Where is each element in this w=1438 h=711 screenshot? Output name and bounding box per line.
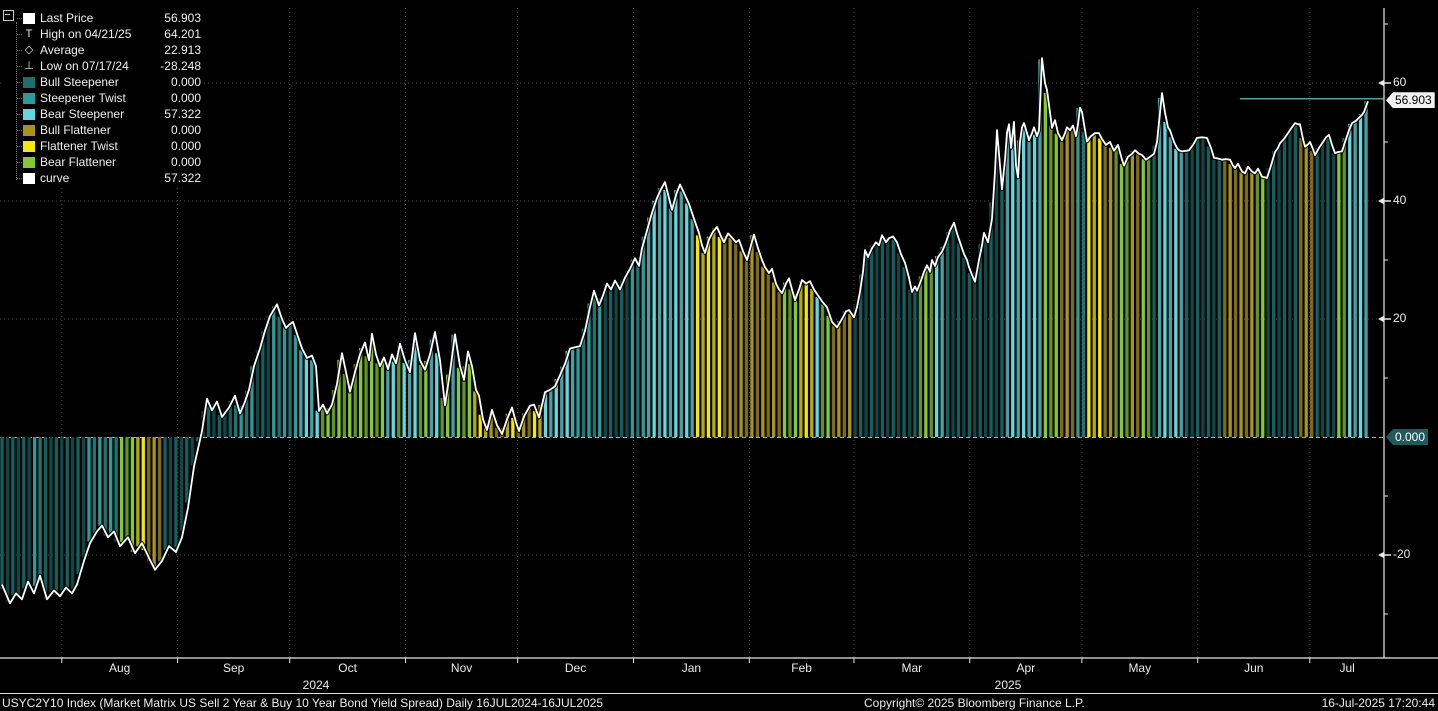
month-label-nov: Nov — [450, 661, 473, 675]
legend-item-bear-flattener[interactable]: Bear Flattener 0.000 — [5, 154, 201, 170]
legend-item-average[interactable]: ◇ Average 22.913 — [5, 42, 201, 58]
curve-line — [1, 57, 1369, 605]
square-icon — [23, 124, 35, 136]
legend-value: 57.322 — [164, 107, 201, 121]
legend-item-bull-flattener[interactable]: Bull Flattener 0.000 — [5, 122, 201, 138]
copyright-text: Copyright© 2025 Bloomberg Finance L.P. — [864, 696, 1085, 710]
month-label-oct: Oct — [338, 661, 357, 675]
month-label-aug: Aug — [109, 661, 131, 675]
legend-item-high-on-04-21-25[interactable]: T High on 04/21/25 64.201 — [5, 26, 201, 42]
timestamp: 16-Jul-2025 17:20:44 — [1321, 696, 1435, 710]
y-tick-label-20: 20 — [1393, 311, 1407, 325]
month-label-sep: Sep — [222, 661, 245, 675]
legend-label: Average — [40, 43, 85, 57]
y-tick-arrow-40 — [1378, 197, 1384, 205]
month-label-jun: Jun — [1244, 661, 1264, 675]
legend-label: Low on 07/17/24 — [40, 59, 129, 73]
legend-label: High on 04/21/25 — [40, 27, 132, 41]
y-tick-arrow-20 — [1378, 315, 1384, 323]
legend-label: curve — [40, 171, 70, 185]
square-icon — [23, 76, 35, 88]
legend-value: 22.913 — [164, 43, 201, 57]
y-tick-arrow-60 — [1378, 79, 1384, 87]
security-description: USYC2Y10 Index (Market Matrix US Sell 2 … — [2, 696, 604, 710]
legend-label: Bear Flattener — [40, 155, 117, 169]
average-marker-icon: ◇ — [24, 43, 34, 56]
legend-label: Bear Steepener — [40, 107, 125, 121]
legend-label: Bull Flattener — [40, 123, 111, 137]
bars-layer — [0, 59, 1368, 602]
y-tick-label-40: 40 — [1393, 193, 1407, 207]
legend-label: Steepener Twist — [40, 91, 126, 105]
legend-item-low-on-07-17-24[interactable]: ⊥ Low on 07/17/24 -28.248 — [5, 58, 201, 74]
legend-value: 0.000 — [170, 155, 201, 169]
month-label-jan: Jan — [681, 661, 702, 675]
legend-item-last-price[interactable]: Last Price 56.903 — [5, 10, 201, 26]
square-icon — [23, 108, 35, 120]
year-label-2025: 2025 — [994, 678, 1022, 692]
legend-value: 56.903 — [164, 11, 201, 25]
legend-item-curve[interactable]: curve 57.322 — [5, 170, 201, 186]
square-icon — [23, 12, 35, 24]
legend-value: 64.201 — [164, 27, 201, 41]
legend-value: 0.000 — [170, 139, 201, 153]
low-marker-icon: ⊥ — [24, 59, 34, 72]
legend-value: 0.000 — [170, 123, 201, 137]
high-marker-icon: T — [25, 27, 33, 40]
month-label-mar: Mar — [901, 661, 923, 675]
legend-label: Flattener Twist — [40, 139, 118, 153]
y-tick-arrow--20 — [1378, 551, 1384, 559]
bloomberg-chart-window: Last Price 56.903 T High on 04/21/25 64.201 ◇… — [0, 0, 1438, 711]
square-icon — [23, 140, 35, 152]
legend-item-bull-steepener[interactable]: Bull Steepener 0.000 — [5, 74, 201, 90]
month-label-feb: Feb — [791, 661, 812, 675]
legend-item-steepener-twist[interactable]: Steepener Twist 0.000 — [5, 90, 201, 106]
chart-legend: Last Price 56.903 T High on 04/21/25 64.201 ◇… — [3, 8, 203, 188]
legend-value: 0.000 — [170, 75, 201, 89]
zero-level-tag: 0.000 — [1386, 429, 1429, 445]
square-icon — [23, 92, 35, 104]
legend-item-bear-steepener[interactable]: Bear Steepener 57.322 — [5, 106, 201, 122]
last-price-tag: 56.903 — [1386, 92, 1435, 109]
square-icon — [23, 156, 35, 168]
status-bar: USYC2Y10 Index (Market Matrix US Sell 2 … — [0, 693, 1438, 711]
month-label-dec: Dec — [564, 661, 587, 675]
curve-shadow — [0, 56, 1370, 606]
square-icon — [23, 172, 35, 184]
legend-label: Bull Steepener — [40, 75, 119, 89]
month-label-may: May — [1128, 661, 1152, 675]
month-label-jul: Jul — [1339, 661, 1355, 675]
month-label-apr: Apr — [1016, 661, 1036, 675]
legend-value: -28.248 — [160, 59, 201, 73]
legend-value: 57.322 — [164, 171, 201, 185]
legend-label: Last Price — [40, 11, 94, 25]
legend-collapse-icon[interactable] — [3, 10, 14, 21]
y-tick-label--20: -20 — [1393, 547, 1411, 561]
chart-plot-area[interactable] — [0, 0, 1438, 711]
legend-item-flattener-twist[interactable]: Flattener Twist 0.000 — [5, 138, 201, 154]
year-label-2024: 2024 — [302, 678, 330, 692]
legend-value: 0.000 — [170, 91, 201, 105]
y-tick-label-60: 60 — [1393, 75, 1407, 89]
